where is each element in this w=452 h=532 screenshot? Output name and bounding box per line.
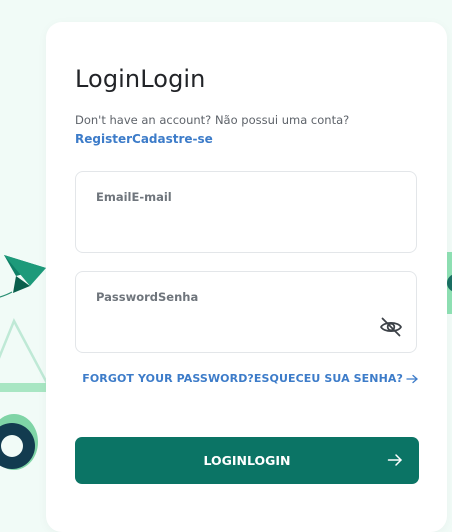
forgot-password-label: FORGOT YOUR PASSWORD?ESQUECEU SUA SENHA? (82, 372, 403, 385)
paper-plane-icon (0, 255, 46, 298)
arrow-right-icon (406, 374, 418, 383)
login-button-label: LOGINLOGIN (203, 453, 291, 468)
page-title: LoginLogin (75, 65, 206, 93)
email-label: EmailE-mail (96, 190, 172, 204)
right-edge-dot (447, 274, 452, 292)
email-field[interactable]: EmailE-mail (75, 171, 417, 253)
register-link[interactable]: RegisterCadastre-se (75, 131, 213, 147)
password-field[interactable]: PasswordSenha (75, 271, 417, 353)
email-input[interactable] (96, 214, 366, 242)
arrow-right-icon (387, 454, 402, 466)
forgot-password-link[interactable]: FORGOT YOUR PASSWORD?ESQUECEU SUA SENHA? (82, 372, 418, 385)
password-label: PasswordSenha (96, 290, 199, 304)
no-account-prompt: Don't have an account? Não possui uma co… (75, 113, 350, 127)
triangle-shape (0, 318, 51, 387)
login-card: LoginLogin Don't have an account? Não po… (46, 22, 447, 532)
eye-off-icon[interactable] (378, 314, 404, 340)
password-input[interactable] (96, 314, 366, 342)
stripe-shape (0, 383, 48, 392)
login-button[interactable]: LOGINLOGIN (75, 437, 419, 484)
ring-shape (0, 414, 38, 470)
